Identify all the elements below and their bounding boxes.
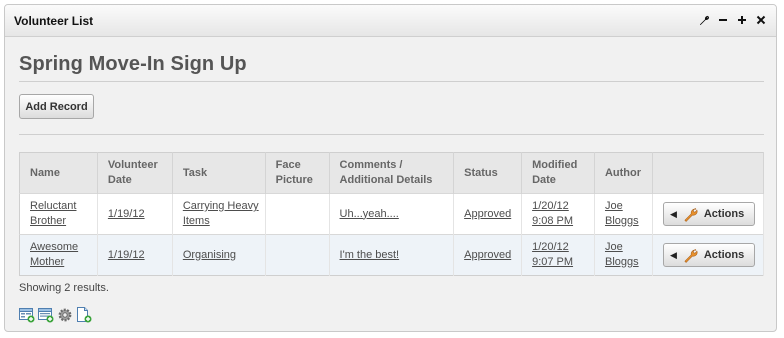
task-link[interactable]: Organising: [183, 249, 236, 261]
panel-content: Spring Move-In Sign Up Add Record Name V…: [19, 37, 765, 331]
column-header-actions: [652, 152, 765, 194]
close-icon[interactable]: [754, 13, 768, 27]
comments-link[interactable]: I'm the best!: [340, 249, 400, 261]
column-header-face-picture[interactable]: Face Picture: [265, 152, 330, 194]
bottom-toolbar: [19, 307, 92, 323]
panel-titlebar: Volunteer List: [5, 5, 776, 37]
add-list-icon[interactable]: [38, 307, 54, 323]
table-header-row: Name Volunteer Date Task Face Picture Co…: [19, 152, 765, 194]
actions-button[interactable]: ◀ Actions: [662, 243, 755, 267]
comments-link[interactable]: Uh...yeah....: [340, 208, 399, 220]
volunteer-table: Name Volunteer Date Task Face Picture Co…: [19, 152, 765, 276]
actions-label: Actions: [703, 207, 745, 220]
column-header-status[interactable]: Status: [453, 152, 523, 194]
page-title: Spring Move-In Sign Up: [19, 53, 247, 75]
record-name-link[interactable]: Awesome Mother: [30, 241, 78, 268]
wrench-icon[interactable]: [697, 13, 711, 27]
column-header-volunteer-date[interactable]: Volunteer Date: [97, 152, 173, 194]
window-controls: [697, 13, 768, 27]
maximize-icon[interactable]: [735, 13, 749, 27]
face-picture-cell: [265, 193, 330, 235]
actions-label: Actions: [703, 248, 745, 261]
panel-title: Volunteer List: [14, 14, 94, 28]
divider: [19, 81, 764, 82]
column-header-name[interactable]: Name: [19, 152, 98, 194]
wrench-icon: [683, 248, 698, 263]
column-header-task[interactable]: Task: [172, 152, 266, 194]
record-name-link[interactable]: Reluctant Brother: [30, 200, 76, 227]
results-summary: Showing 2 results.: [19, 282, 109, 294]
table-row: Reluctant Brother 1/19/12 Carrying Heavy…: [19, 193, 765, 235]
task-link[interactable]: Carrying Heavy Items: [183, 200, 259, 227]
actions-button[interactable]: ◀ Actions: [662, 202, 755, 226]
modified-date-link[interactable]: 1/20/12 9:07 PM: [532, 241, 573, 268]
author-link[interactable]: Joe Bloggs: [605, 200, 639, 227]
author-link[interactable]: Joe Bloggs: [605, 241, 639, 268]
volunteer-date-link[interactable]: 1/19/12: [108, 208, 145, 220]
add-record-button[interactable]: Add Record: [19, 94, 94, 119]
volunteer-date-link[interactable]: 1/19/12: [108, 249, 145, 261]
settings-gear-icon[interactable]: [57, 307, 73, 323]
divider: [19, 134, 764, 135]
column-header-modified-date[interactable]: Modified Date: [521, 152, 595, 194]
column-header-author[interactable]: Author: [594, 152, 653, 194]
add-form-icon[interactable]: [19, 307, 35, 323]
status-link[interactable]: Approved: [464, 208, 511, 220]
caret-left-icon: ◀: [669, 249, 677, 260]
volunteer-list-panel: Volunteer List Spring Move-In Sign Up Ad…: [4, 4, 777, 332]
face-picture-cell: [265, 234, 330, 276]
status-link[interactable]: Approved: [464, 249, 511, 261]
minimize-icon[interactable]: [716, 13, 730, 27]
column-header-comments[interactable]: Comments / Additional Details: [329, 152, 455, 194]
caret-left-icon: ◀: [669, 208, 677, 219]
table-row: Awesome Mother 1/19/12 Organising I'm th…: [19, 234, 765, 276]
modified-date-link[interactable]: 1/20/12 9:08 PM: [532, 200, 573, 227]
add-page-icon[interactable]: [76, 307, 92, 323]
wrench-icon: [683, 207, 698, 222]
